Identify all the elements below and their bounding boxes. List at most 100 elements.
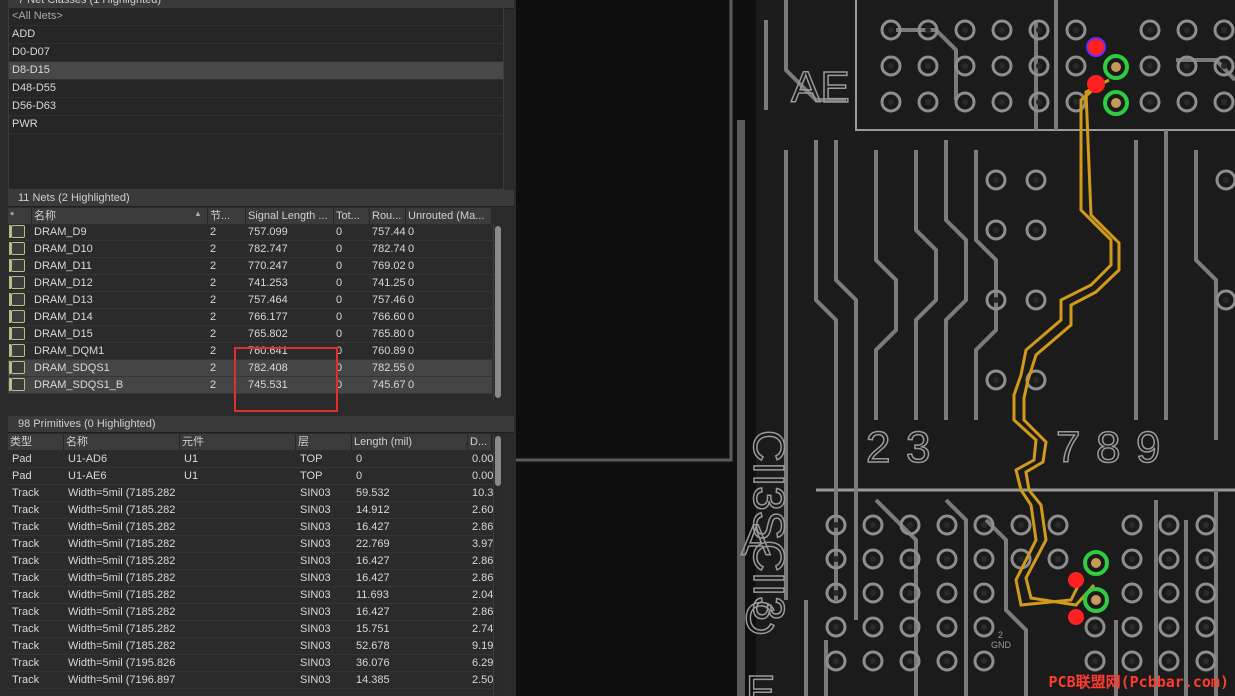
net-class-item[interactable]: D0-D07	[9, 44, 503, 62]
watermark: PCB联盟网(Pcbbar.com)	[1048, 673, 1229, 691]
primitive-row[interactable]: Track Width=5mil (7185.282 SIN03 22.769 3.97	[8, 536, 493, 553]
primitive-row[interactable]: Pad U1-AE6 U1 TOP 0 0.00	[8, 468, 493, 485]
net-signal-length-cell: 765.802	[248, 328, 288, 340]
primitive-component-cell	[182, 604, 298, 620]
net-class-item[interactable]: D56-D63	[9, 98, 503, 116]
net-unrouted-cell: 0	[408, 345, 415, 357]
net-class-item[interactable]: D8-D15	[9, 62, 503, 80]
nets-scroll-thumb[interactable]	[495, 226, 501, 398]
primitive-name-cell: Width=5mil (7185.282	[68, 623, 176, 635]
primitive-row[interactable]: Track Width=5mil (7185.282 SIN03 16.427 2.86	[8, 519, 494, 536]
primitive-row[interactable]: Track Width=5mil (7185.282 SIN03 16.427 2.86	[8, 570, 493, 587]
primitive-length-cell: 16.427	[356, 572, 390, 584]
nets-column-header[interactable]: 名称	[32, 208, 208, 224]
net-color-swatch[interactable]	[9, 225, 25, 238]
net-color-swatch[interactable]	[9, 242, 25, 255]
primitives-scroll-thumb[interactable]	[495, 436, 501, 486]
net-color-swatch[interactable]	[9, 327, 25, 340]
primitive-row[interactable]: Track Width=5mil (7185.282 SIN03 52.678 9.19	[8, 638, 493, 655]
net-color-swatch[interactable]	[9, 293, 25, 306]
primitive-row[interactable]: Track Width=5mil (7185.282 SIN03 15.751 2.74	[8, 621, 493, 638]
signal-length-highlight	[234, 347, 338, 412]
primitive-d-cell: 0.00	[472, 453, 494, 465]
primitive-d-cell: 2.86	[472, 521, 494, 533]
pcb-vertical-text: CII3SCII3	[744, 430, 793, 621]
net-row[interactable]: DRAM_D14 2 766.177 0 766.60 0	[8, 309, 492, 326]
pcb-label-9: 9	[1136, 423, 1160, 472]
primitive-row[interactable]: Track Width=5mil (7195.826 SIN03 36.076 6.29	[8, 655, 493, 672]
primitives-column-header[interactable]: 类型	[8, 434, 64, 450]
via-red[interactable]	[1086, 37, 1106, 57]
net-name-cell: DRAM_D15	[34, 328, 93, 340]
via-red[interactable]	[1087, 75, 1105, 93]
net-color-swatch[interactable]	[9, 276, 25, 289]
net-color-swatch[interactable]	[9, 361, 25, 374]
primitive-name-cell: Width=5mil (7185.282	[68, 521, 176, 533]
primitives-column-header[interactable]: Length (mil)	[352, 434, 468, 450]
net-signal-length-cell: 766.177	[248, 311, 288, 323]
nets-column-header[interactable]: 节...	[208, 208, 246, 224]
primitive-row[interactable]: Track Width=5mil (7185.282 SIN03 16.427 2.86	[8, 553, 493, 570]
net-color-swatch[interactable]	[9, 378, 25, 391]
primitive-row[interactable]: Track Width=5mil (7185.282 SIN03 59.532 10.3	[8, 485, 493, 502]
net-class-item[interactable]: D48-D55	[9, 80, 503, 98]
primitive-layer-cell: SIN03	[300, 555, 331, 567]
primitives-column-header[interactable]: D...	[468, 434, 492, 450]
net-row[interactable]: DRAM_D15 2 765.802 0 765.80 0	[8, 326, 492, 343]
net-color-swatch[interactable]	[9, 310, 25, 323]
primitive-row[interactable]: Track Width=5mil (7196.897 SIN03 14.385 2.50	[8, 672, 493, 689]
net-class-item[interactable]: <All Nets>	[9, 8, 503, 26]
net-class-item[interactable]: ADD	[9, 26, 503, 44]
net-row[interactable]: DRAM_D12 2 741.253 0 741.25 0	[8, 275, 492, 292]
nets-column-header[interactable]: Unrouted (Ma...	[406, 208, 492, 224]
net-unrouted-cell: 0	[408, 328, 415, 340]
primitive-name-cell: Width=5mil (7185.282	[68, 504, 176, 516]
primitives-column-header[interactable]: 名称	[64, 434, 180, 450]
primitives-scrollbar[interactable]	[493, 434, 503, 696]
primitives-column-header[interactable]: 层	[296, 434, 352, 450]
nets-column-header[interactable]: Tot...	[334, 208, 370, 224]
net-color-swatch[interactable]	[9, 344, 25, 357]
nets-column-header[interactable]: *	[8, 208, 32, 224]
primitive-row[interactable]: Track Width=5mil (7185.282 SIN03 16.427 2.86	[8, 604, 493, 621]
primitive-layer-cell: SIN03	[300, 572, 331, 584]
net-class-item[interactable]: PWR	[9, 116, 503, 134]
primitive-name-cell: Width=5mil (7196.897	[68, 674, 176, 686]
primitive-length-cell: 14.385	[356, 674, 390, 686]
primitive-layer-cell: SIN03	[300, 521, 331, 533]
nets-column-header[interactable]: Signal Length ...	[246, 208, 334, 224]
primitives-column-header[interactable]: 元件	[180, 434, 296, 450]
net-row[interactable]: DRAM_D13 2 757.464 0 757.46 0	[8, 292, 492, 309]
primitive-length-cell: 36.076	[356, 657, 390, 669]
primitive-row[interactable]: Track Width=5mil (7185.282 SIN03 11.693 2.04	[8, 587, 493, 604]
primitive-component-cell	[182, 485, 298, 501]
net-name-cell: DRAM_D12	[34, 277, 93, 289]
primitive-length-cell: 15.751	[356, 623, 390, 635]
primitive-component-cell	[182, 519, 298, 535]
net-nodes-cell: 2	[210, 311, 217, 323]
net-row[interactable]: DRAM_D11 2 770.247 0 769.02 0	[8, 258, 492, 275]
net-total-cell: 0	[336, 345, 343, 357]
primitive-component-cell	[182, 621, 298, 637]
net-total-cell: 0	[336, 294, 343, 306]
pcb-layout-svg[interactable]: AE 2 3 7 8 9 A C E CII3SCII3 2 GND	[516, 0, 1235, 696]
pcb-label-ae: AE	[791, 63, 850, 112]
net-total-cell: 0	[336, 379, 343, 391]
net-nodes-cell: 2	[210, 243, 217, 255]
primitive-row[interactable]: Track Width=5mil (7185.282 SIN03 14.912 2.60	[8, 502, 493, 519]
nets-scrollbar[interactable]	[493, 224, 503, 400]
net-color-swatch[interactable]	[9, 259, 25, 272]
via-red[interactable]	[1068, 572, 1084, 588]
net-row[interactable]: DRAM_D10 2 782.747 0 782.74 0	[8, 241, 492, 258]
nets-column-header[interactable]: Rou...	[370, 208, 406, 224]
via-red[interactable]	[1068, 609, 1084, 625]
primitive-type-cell: Pad	[12, 453, 32, 465]
net-routed-cell: 766.60	[372, 311, 406, 323]
net-routed-cell: 782.74	[372, 243, 406, 255]
primitive-component-cell	[182, 570, 298, 586]
net-name-cell: DRAM_D14	[34, 311, 93, 323]
net-row[interactable]: DRAM_D9 2 757.099 0 757.44 0	[8, 224, 492, 241]
net-routed-cell: 741.25	[372, 277, 406, 289]
primitive-row[interactable]: Pad U1-AD6 U1 TOP 0 0.00	[8, 451, 494, 468]
pcb-canvas[interactable]: AE 2 3 7 8 9 A C E CII3SCII3 2 GND PCB联盟…	[516, 0, 1235, 696]
